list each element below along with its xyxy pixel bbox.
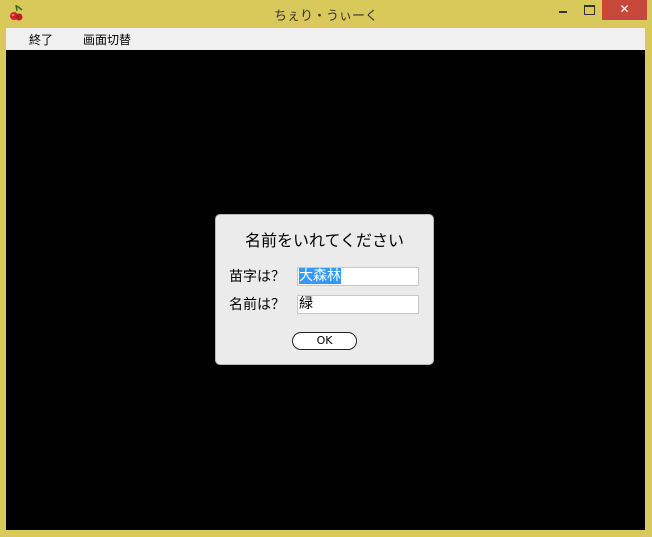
game-canvas: 名前をいれてください 苗字は？ 大森林 名前は？ 緑 OK <box>6 50 645 530</box>
maximize-icon <box>584 5 595 15</box>
menu-item-screen-toggle[interactable]: 画面切替 <box>83 31 131 48</box>
title-bar[interactable]: ちぇり・うぃーく ✕ <box>0 0 652 27</box>
close-button[interactable]: ✕ <box>602 0 647 20</box>
name-entry-dialog: 名前をいれてください 苗字は？ 大森林 名前は？ 緑 OK <box>215 214 434 365</box>
menu-item-quit[interactable]: 終了 <box>29 31 53 48</box>
maximize-button[interactable] <box>576 0 602 20</box>
surname-input[interactable]: 大森林 <box>297 267 419 286</box>
surname-label: 苗字は？ <box>229 269 285 285</box>
dialog-title: 名前をいれてください <box>244 231 405 250</box>
app-window: ちぇり・うぃーく ✕ 終了 画面切替 名前をいれてください 苗字は？ 大森林 名… <box>0 0 652 537</box>
minimize-icon <box>559 11 567 13</box>
name-label: 名前は？ <box>229 297 285 313</box>
ok-button[interactable]: OK <box>292 332 357 350</box>
name-value: 緑 <box>299 296 313 312</box>
minimize-button[interactable] <box>550 0 576 20</box>
surname-value: 大森林 <box>299 268 341 284</box>
name-input[interactable]: 緑 <box>297 295 419 314</box>
menu-bar: 終了 画面切替 <box>6 28 645 50</box>
close-icon: ✕ <box>619 2 630 16</box>
